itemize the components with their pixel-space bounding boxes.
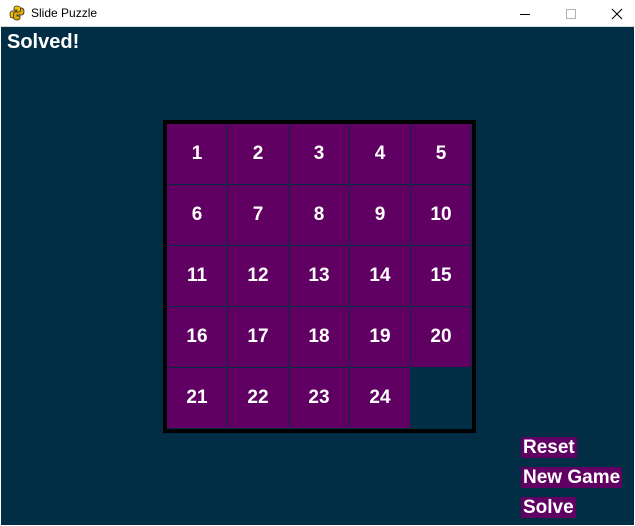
puzzle-tile[interactable]: 16: [167, 307, 227, 367]
puzzle-tile[interactable]: 8: [289, 185, 349, 245]
puzzle-tile[interactable]: 15: [411, 246, 471, 306]
puzzle-tile[interactable]: 2: [228, 124, 288, 184]
puzzle-tile[interactable]: 7: [228, 185, 288, 245]
reset-button[interactable]: Reset: [521, 437, 577, 458]
puzzle-tile[interactable]: 4: [350, 124, 410, 184]
puzzle-tile[interactable]: 9: [350, 185, 410, 245]
puzzle-tile[interactable]: 19: [350, 307, 410, 367]
maximize-icon: [566, 8, 576, 19]
game-canvas: Solved! 1 2 3 4 5 6 7 8 9 10 11 12 13 14 15 16 17 18 19 20 2…: [1, 27, 634, 525]
puzzle-tile[interactable]: 3: [289, 124, 349, 184]
minimize-icon: [520, 13, 530, 15]
title-bar: Slide Puzzle: [0, 0, 635, 27]
close-icon: [611, 8, 623, 19]
puzzle-tile[interactable]: 10: [411, 185, 471, 245]
puzzle-tile[interactable]: 20: [411, 307, 471, 367]
puzzle-tile[interactable]: 24: [350, 368, 410, 428]
puzzle-board: 1 2 3 4 5 6 7 8 9 10 11 12 13 14 15 16 17 18 19 20 21 22 23 24: [163, 120, 476, 433]
puzzle-tile[interactable]: 11: [167, 246, 227, 306]
solve-button[interactable]: Solve: [521, 497, 576, 518]
new-game-button[interactable]: New Game: [521, 467, 623, 488]
puzzle-tile[interactable]: 6: [167, 185, 227, 245]
puzzle-tile[interactable]: 18: [289, 307, 349, 367]
puzzle-tile[interactable]: 23: [289, 368, 349, 428]
puzzle-tile[interactable]: 14: [350, 246, 410, 306]
puzzle-tile[interactable]: 22: [228, 368, 288, 428]
puzzle-tile[interactable]: 21: [167, 368, 227, 428]
puzzle-tile[interactable]: 17: [228, 307, 288, 367]
puzzle-tile[interactable]: 1: [167, 124, 227, 184]
puzzle-tile[interactable]: 13: [289, 246, 349, 306]
window-title: Slide Puzzle: [31, 6, 98, 20]
status-message: Solved!: [7, 31, 80, 53]
minimize-button[interactable]: [502, 0, 548, 27]
maximize-button[interactable]: [548, 0, 594, 27]
puzzle-tile[interactable]: 12: [228, 246, 288, 306]
python-icon: [9, 5, 25, 21]
close-button[interactable]: [594, 0, 635, 27]
puzzle-tile[interactable]: 5: [411, 124, 471, 184]
